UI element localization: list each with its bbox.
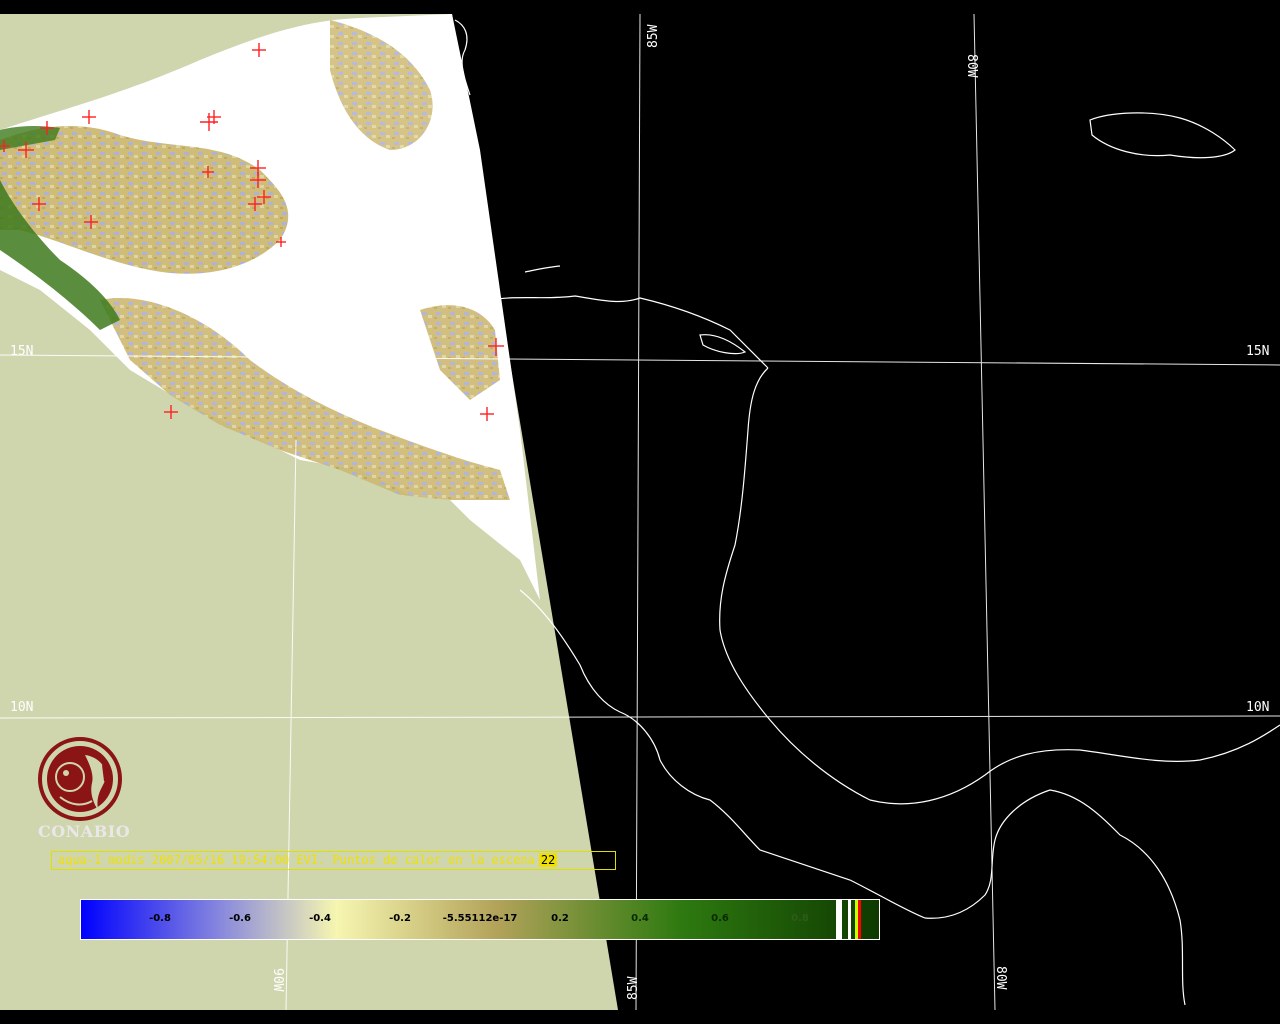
- colorbar-tick-label: 0.2: [551, 913, 569, 924]
- lon-label-80W-bottom: 80W: [993, 966, 1008, 990]
- lon-label-90W-bottom: 90W: [270, 968, 285, 992]
- logo-text: CONABIO: [38, 822, 131, 841]
- colorbar-flag-white-2: [848, 900, 851, 939]
- caption-text: aqua-1 modis 2007/05/16 19:54:00 EVI. Pu…: [58, 853, 535, 867]
- colorbar-tick-label: -0.8: [149, 913, 171, 924]
- hotspot-count-badge: 22: [538, 853, 558, 867]
- lon-label-85W-top: 85W: [646, 24, 661, 48]
- colorbar-tick-label: 0.6: [711, 913, 729, 924]
- map-canvas: 15N 15N 10N 10N 85W 80W 90W 85W 80W: [0, 0, 1280, 1024]
- lat-label-15N-right: 15N: [1246, 344, 1269, 359]
- colorbar-tick-label: -0.2: [389, 913, 411, 924]
- colorbar-tick-label: 0.8: [791, 913, 809, 924]
- colorbar-flag-yellow: [855, 900, 858, 939]
- lat-label-10N-right: 10N: [1246, 700, 1269, 715]
- colorbar-tick-label: -5.55112e-17: [442, 913, 518, 924]
- colorbar-tick-label: 0.4: [631, 913, 649, 924]
- colorbar-flag-white-1: [836, 900, 842, 939]
- lat-label-15N-left: 15N: [10, 344, 33, 359]
- colorbar-flag-red: [858, 900, 861, 939]
- lon-label-85W-bottom: 85W: [626, 976, 641, 1000]
- colorbar-tick-label: -0.4: [309, 913, 331, 924]
- lon-label-80W-top: 80W: [964, 54, 979, 78]
- colorbar-tick-label: -0.6: [229, 913, 251, 924]
- lat-label-10N-left: 10N: [10, 700, 33, 715]
- scene-caption: aqua-1 modis 2007/05/16 19:54:00 EVI. Pu…: [51, 851, 616, 870]
